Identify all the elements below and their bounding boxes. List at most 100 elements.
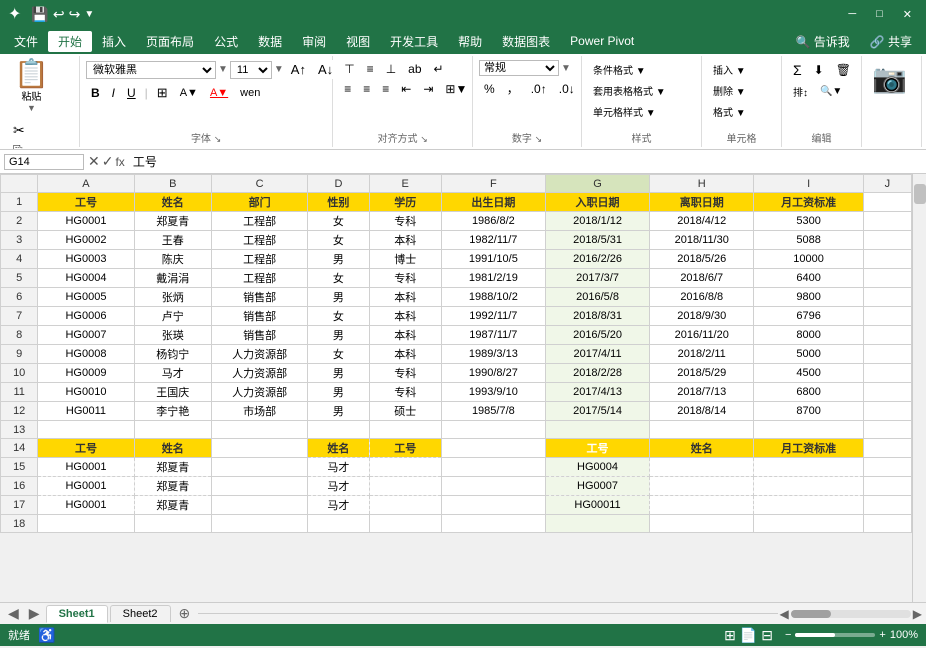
row-header-2[interactable]: 2 [1,212,38,231]
cell[interactable] [863,364,911,383]
row-header-7[interactable]: 7 [1,307,38,326]
cell[interactable]: HG0004 [38,269,134,288]
cell[interactable] [369,477,441,496]
format-cells-btn[interactable]: 格式 ▼ [708,102,751,121]
cell[interactable]: 2018/9/30 [650,307,754,326]
insert-function-icon[interactable]: fx [115,155,124,169]
cell[interactable]: HG0010 [38,383,134,402]
col-D[interactable]: D [308,175,369,193]
cell[interactable]: HG0007 [38,326,134,345]
sheet-tab-2[interactable]: Sheet2 [110,605,171,622]
redo-icon[interactable]: ↪ [69,6,81,23]
cell[interactable]: HG0009 [38,364,134,383]
cell[interactable]: 本科 [369,307,441,326]
cell[interactable]: 女 [308,231,369,250]
cell[interactable]: 李宁艳 [134,402,211,421]
hscroll-left[interactable]: ◀ [780,607,789,621]
cell[interactable]: 专科 [369,212,441,231]
cell[interactable]: 马才 [308,458,369,477]
cell[interactable] [863,326,911,345]
cell[interactable]: 9800 [754,288,864,307]
add-sheet-button[interactable]: ⊕ [173,603,197,624]
sum-btn[interactable]: Σ [788,60,807,80]
save-icon[interactable]: 💾 [31,6,48,23]
cell[interactable]: 卢宁 [134,307,211,326]
page-layout-btn[interactable]: 📄 [740,627,757,644]
cell[interactable]: 姓名 [134,193,211,212]
cell[interactable] [441,421,545,439]
number-format-select[interactable]: 常规 [479,60,559,76]
vertical-scrollbar[interactable] [912,174,926,602]
italic-button[interactable]: I [107,84,120,102]
quick-access-dropdown[interactable]: ▼ [84,9,94,20]
row-header-18[interactable]: 18 [1,515,38,533]
cell[interactable] [441,477,545,496]
conditional-format-btn[interactable]: 条件格式 ▼ [588,60,671,79]
cell[interactable]: HG0001 [38,477,134,496]
align-top-btn[interactable]: ⊤ [339,60,359,78]
zoom-in-btn[interactable]: + [879,629,885,641]
menu-share[interactable]: 🔗 共享 [860,31,922,52]
cell[interactable] [212,515,308,533]
cell[interactable]: 工程部 [212,212,308,231]
cell[interactable]: 工程部 [212,250,308,269]
menu-developer[interactable]: 开发工具 [380,31,448,52]
cell[interactable] [863,307,911,326]
align-right-btn[interactable]: ≡ [377,80,394,98]
cell[interactable]: 工号 [369,439,441,458]
cell[interactable]: 张瑛 [134,326,211,345]
cell[interactable]: 2018/4/12 [650,212,754,231]
cell[interactable]: 博士 [369,250,441,269]
cell[interactable]: 1986/8/2 [441,212,545,231]
cell[interactable]: 马才 [308,477,369,496]
row-header-1[interactable]: 1 [1,193,38,212]
cell[interactable]: 月工资标准 [754,193,864,212]
cell[interactable]: 4500 [754,364,864,383]
cell[interactable]: 杨钧宁 [134,345,211,364]
table-format-btn[interactable]: 套用表格格式 ▼ [588,81,671,100]
cell[interactable]: 专科 [369,383,441,402]
cell[interactable]: 男 [308,250,369,269]
cell[interactable]: 人力资源部 [212,383,308,402]
cell[interactable]: 人力资源部 [212,364,308,383]
cell[interactable]: 1993/9/10 [441,383,545,402]
cell[interactable]: 销售部 [212,307,308,326]
font-size-select[interactable]: 11 [230,61,272,79]
cell[interactable]: 2016/5/8 [545,288,649,307]
cell[interactable] [369,458,441,477]
cell[interactable] [545,515,649,533]
cell[interactable] [863,212,911,231]
cell[interactable]: 女 [308,269,369,288]
cell-styles-btn[interactable]: 单元格样式 ▼ [588,102,671,121]
minimize-btn[interactable]: ─ [842,8,862,20]
menu-home[interactable]: 开始 [48,31,92,52]
menu-formula[interactable]: 公式 [204,31,248,52]
cell[interactable]: HG0004 [545,458,649,477]
cell[interactable] [38,515,134,533]
bold-button[interactable]: B [86,84,105,102]
fill-color-button[interactable]: A▼ [175,85,203,101]
cell[interactable]: 1987/11/7 [441,326,545,345]
camera-button[interactable]: 📷 [872,62,907,95]
cell[interactable] [863,402,911,421]
cell[interactable]: 8700 [754,402,864,421]
cell[interactable] [212,439,308,458]
align-bottom-btn[interactable]: ⊥ [381,60,401,78]
zoom-out-btn[interactable]: − [785,629,791,641]
cell[interactable] [863,231,911,250]
cell[interactable] [754,421,864,439]
cell[interactable] [863,515,911,533]
cell[interactable]: 本科 [369,288,441,307]
cell[interactable]: 8000 [754,326,864,345]
normal-view-btn[interactable]: ⊞ [724,627,736,644]
menu-file[interactable]: 文件 [4,31,48,52]
cell[interactable]: 1988/10/2 [441,288,545,307]
cell[interactable] [308,421,369,439]
decrease-indent-btn[interactable]: ⇤ [396,80,416,98]
cell[interactable]: HG0001 [38,496,134,515]
cell[interactable]: 6800 [754,383,864,402]
align-middle-btn[interactable]: ≡ [362,60,379,78]
cell[interactable] [863,383,911,402]
cell[interactable]: 离职日期 [650,193,754,212]
cell[interactable]: HG0001 [38,212,134,231]
